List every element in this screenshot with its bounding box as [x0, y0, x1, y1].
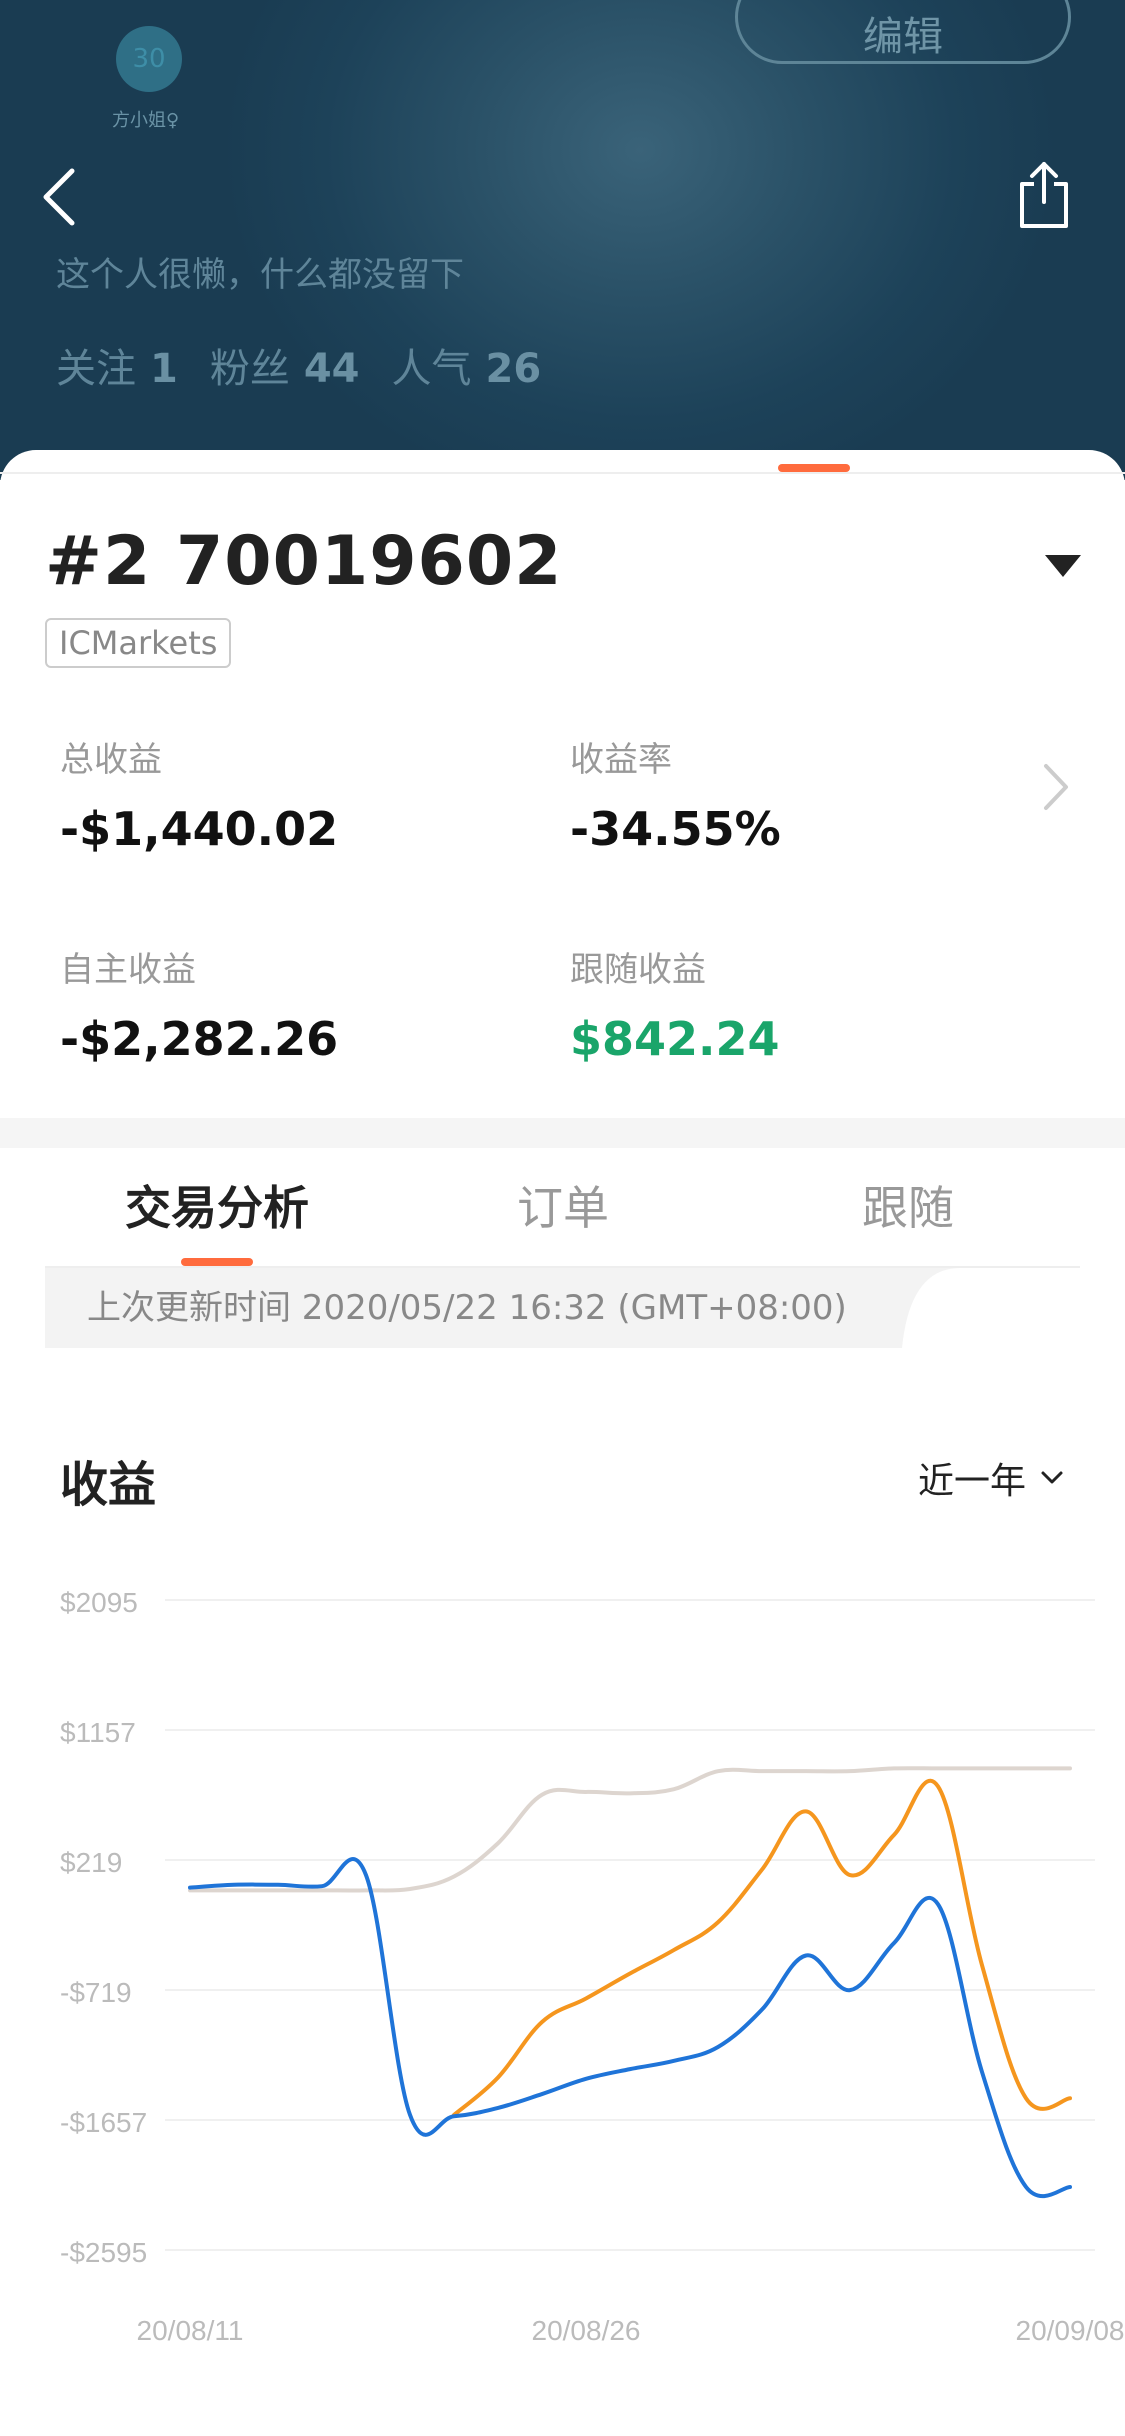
x-tick-label: 20/08/26: [532, 2315, 641, 2346]
own-profit-label: 自主收益: [60, 950, 196, 990]
total-profit-value: -$1,440.02: [60, 802, 339, 856]
period-label: 近一年: [918, 1461, 1027, 1502]
profit-chart: $2095 $1157 $219 -$719 -$1657 -$2595 20/08/11 2…: [60, 1587, 1125, 2346]
profit-section-title: 收益: [60, 1457, 157, 1513]
tab-orders[interactable]: 订单: [517, 1172, 609, 1238]
return-rate-value: -34.55%: [570, 802, 781, 856]
edit-button[interactable]: 编辑: [735, 0, 1071, 64]
divider: [0, 472, 1125, 474]
update-bar-edge: [900, 1268, 960, 1348]
popularity-count: 26: [485, 346, 542, 392]
last-update-time: 上次更新时间 2020/05/22 16:32 (GMT+08:00): [45, 1268, 902, 1348]
following-count[interactable]: 1: [150, 346, 178, 392]
tab-trade-analysis[interactable]: 交易分析: [125, 1172, 309, 1238]
chevron-left-icon[interactable]: [38, 165, 82, 229]
followers-label: 粉丝: [209, 346, 290, 392]
active-tab-indicator: [181, 1258, 253, 1266]
period-selector[interactable]: 近一年: [918, 1452, 1064, 1504]
following-label: 关注: [56, 346, 136, 392]
nickname: 方小姐♀: [112, 110, 180, 131]
series-line-orange: [452, 1778, 1072, 2117]
popularity-label: 人气: [391, 346, 472, 392]
page-indicator: [778, 464, 850, 472]
profile-header: 30 方小姐♀ 编辑 这个人很懒，什么都没留下 关注 1 粉丝 44 人气 26: [0, 0, 1125, 480]
profile-stats: 关注 1 粉丝 44 人气 26: [56, 336, 573, 394]
follow-profit-label: 跟随收益: [570, 950, 706, 990]
follow-profit-value: $842.24: [570, 1012, 780, 1066]
section-gap: [0, 1118, 1125, 1148]
account-card: #2 70019602 ICMarkets 总收益 -$1,440.02 收益率…: [0, 450, 1125, 1118]
y-tick-label: $1157: [60, 1717, 136, 1748]
x-tick-label: 20/08/11: [137, 2315, 244, 2346]
tab-bar: 交易分析 订单 跟随: [45, 1150, 1080, 1268]
total-profit-label: 总收益: [60, 740, 162, 780]
account-title[interactable]: #2 70019602: [45, 522, 562, 601]
broker-tag: ICMarkets: [45, 618, 232, 668]
caret-down-icon[interactable]: [1045, 555, 1081, 577]
y-tick-label: -$1657: [60, 2107, 147, 2138]
chevron-right-icon[interactable]: [1040, 762, 1070, 812]
y-tick-label: $219: [60, 1847, 122, 1878]
profile-bio: 这个人很懒，什么都没留下: [56, 255, 464, 295]
series-line-blue: [188, 1857, 1072, 2199]
avatar[interactable]: 30: [116, 26, 182, 92]
y-tick-label: -$719: [60, 1977, 132, 2008]
y-tick-label: -$2595: [60, 2237, 147, 2268]
x-tick-label: 20/09/08: [1016, 2315, 1125, 2346]
own-profit-value: -$2,282.26: [60, 1012, 339, 1066]
return-rate-label: 收益率: [570, 740, 672, 780]
chevron-down-icon: [1041, 1471, 1063, 1484]
followers-count[interactable]: 44: [304, 346, 360, 392]
y-tick-label: $2095: [60, 1587, 138, 1618]
tab-following[interactable]: 跟随: [862, 1172, 954, 1238]
share-icon[interactable]: [1010, 160, 1078, 232]
